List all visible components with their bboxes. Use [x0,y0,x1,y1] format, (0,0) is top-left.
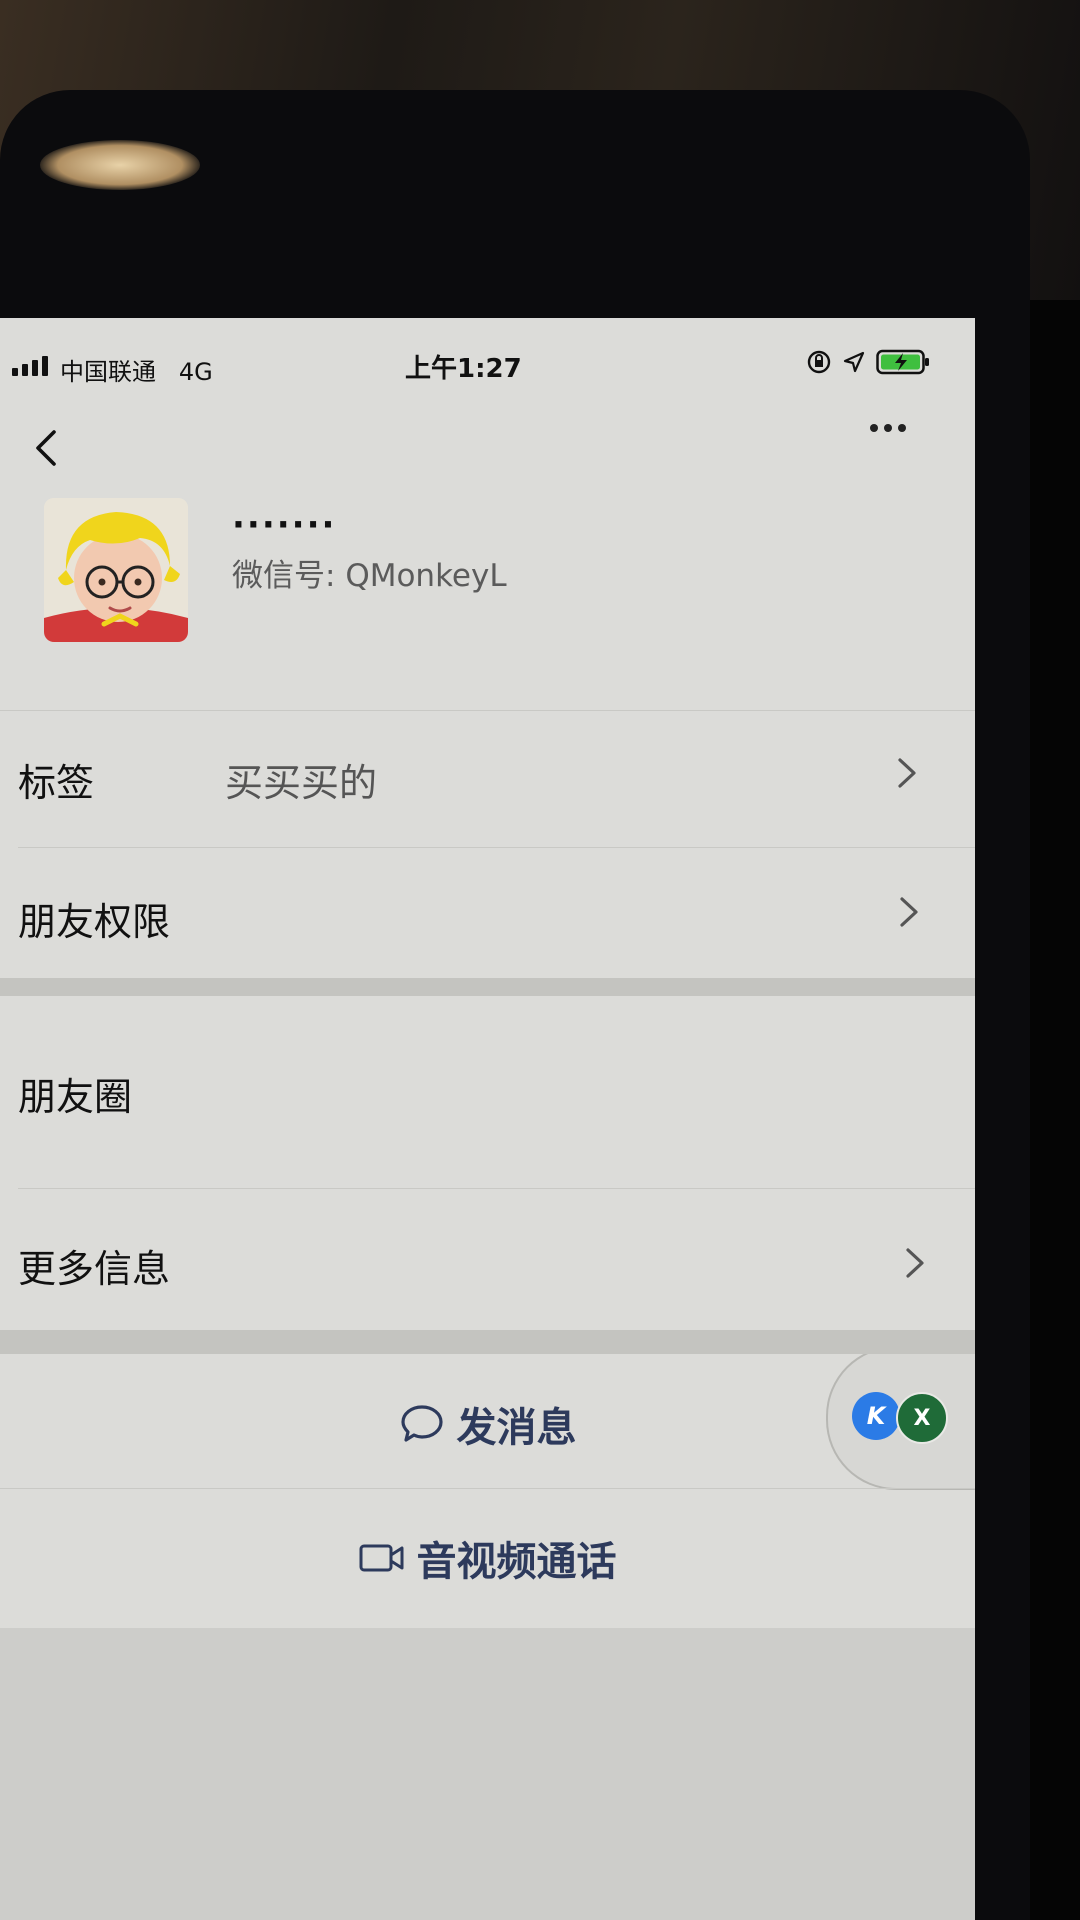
more-dots-icon [870,424,878,432]
video-camera-icon [359,1544,403,1572]
row-tags-label: 标签 [18,761,95,805]
wechat-id-label: 微信号: [232,558,336,594]
row-more-info-label: 更多信息 [18,1247,171,1291]
chevron-right-icon [906,1248,924,1278]
status-icons [806,348,932,376]
phone-screen: 中国联通 4G 上午1:27 ······· 微信号: QMonkeyL 标签 … [0,318,975,1920]
wechat-id-value: QMonkeyL [345,558,507,594]
chevron-right-icon [898,758,916,788]
row-friend-permissions-label: 朋友权限 [18,900,171,944]
row-tags-value: 买买买的 [225,761,378,805]
nickname: ······· [232,505,337,545]
send-message-button[interactable]: 发消息 [0,1354,975,1494]
section-divider [0,978,975,996]
chat-bubble-icon [400,1405,443,1442]
avatar-image [44,498,188,642]
section-divider [0,1330,975,1354]
location-arrow-icon [843,351,865,373]
status-bar: 中国联通 4G 上午1:27 [0,318,975,408]
row-more-info[interactable]: 更多信息 [0,1188,975,1338]
chevron-right-icon [900,897,918,927]
light-glare [40,140,200,190]
avatar[interactable] [44,498,188,642]
empty-bottom-area [0,1628,975,1920]
signal-strength-icon [12,356,48,376]
row-tags[interactable]: 标签 买买买的 [0,710,975,847]
chevron-left-icon [36,430,56,466]
back-button[interactable] [26,418,66,478]
av-call-label: 音视频通话 [416,1539,617,1585]
carrier-name: 中国联通 [60,358,156,386]
send-message-label: 发消息 [456,1405,577,1451]
wechat-id: 微信号: QMonkeyL [232,550,507,595]
row-moments[interactable]: 朋友圈 [0,996,975,1188]
row-friend-permissions[interactable]: 朋友权限 [0,847,975,995]
rotation-lock-icon [807,350,831,374]
carrier-info: 中国联通 4G [60,352,213,387]
battery-charging-icon [876,349,929,375]
network-type: 4G [178,358,213,386]
status-time: 上午1:27 [405,354,522,384]
row-moments-label: 朋友圈 [18,1075,133,1119]
av-call-button[interactable]: 音视频通话 [0,1488,975,1628]
more-options-button[interactable] [858,403,918,453]
